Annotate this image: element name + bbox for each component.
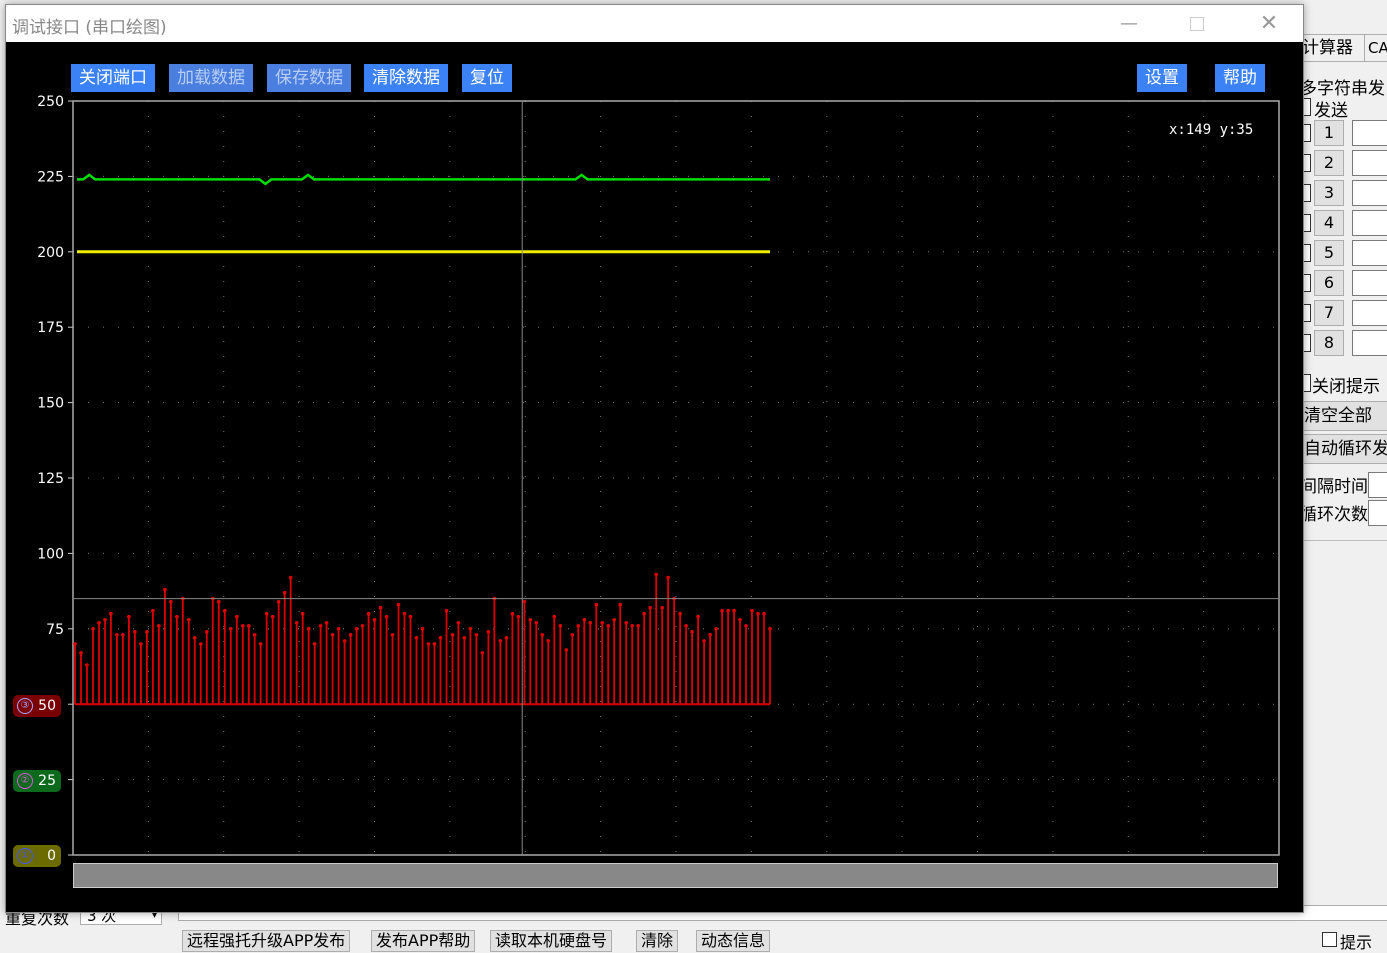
row-5-input[interactable] (1352, 240, 1387, 266)
y-axis-ticks: 250 225 200 175 150 125 100 75 (37, 94, 73, 856)
loop-count-input[interactable] (1368, 500, 1387, 526)
y-tick-label: 150 (37, 396, 64, 412)
channel-2-index: ② (17, 773, 33, 789)
y-tick-label: 250 (37, 94, 64, 110)
series-layer (73, 173, 772, 706)
y-tick-label: 200 (37, 245, 64, 261)
y-tick-label: 100 (37, 546, 64, 562)
row-1-input[interactable] (1352, 120, 1387, 146)
channel-1-value: 0 (47, 848, 56, 864)
channel-2-badge[interactable]: ② 25 (13, 770, 61, 792)
interval-input[interactable] (1368, 472, 1387, 498)
series-green-line (77, 173, 770, 186)
multi-string-send-panel: 计算器 CA 多字符串发 发送 1 2 3 4 5 6 7 8 关闭提示 清空全… (1298, 30, 1387, 590)
row-1-button[interactable]: 1 (1314, 120, 1344, 146)
row-6-button[interactable]: 6 (1314, 270, 1344, 296)
y-tick-label: 125 (37, 471, 64, 487)
channel-1-badge[interactable]: ① 0 (13, 845, 61, 867)
y-tick-label: 175 (37, 320, 64, 336)
row-4-input[interactable] (1352, 210, 1387, 236)
row-2-button[interactable]: 2 (1314, 150, 1344, 176)
series-red-spikes (74, 574, 771, 705)
channel-3-value: 50 (38, 698, 56, 714)
row-6-input[interactable] (1352, 270, 1387, 296)
plot-scrollbar[interactable] (73, 863, 1278, 888)
publish-app-button[interactable]: 远程强托升级APP发布 (182, 930, 351, 952)
channel-3-badge[interactable]: ③ 50 (13, 695, 61, 717)
row-5-button[interactable]: 5 (1314, 240, 1344, 266)
serial-plot-dialog: 调试接口 (串口绘图) — ✕ 关闭端口 加载数据 保存数据 清除数据 复位 设… (5, 4, 1304, 913)
tab-calculator[interactable]: 计算器 (1298, 34, 1366, 62)
row-8-button[interactable]: 8 (1314, 330, 1344, 356)
channel-2-value: 25 (38, 773, 56, 789)
row-3-button[interactable]: 3 (1314, 180, 1344, 206)
interval-label: 间隔时间 (1300, 477, 1368, 497)
hint-checkbox[interactable] (1322, 932, 1337, 947)
loop-count-label: 循环次数 (1300, 505, 1368, 525)
row-8-input[interactable] (1352, 330, 1387, 356)
y-tick-label: 225 (37, 169, 64, 185)
plot-area[interactable]: 25022520017515012510075 x:149 y:35 (6, 5, 1303, 912)
row-7-input[interactable] (1352, 300, 1387, 326)
close-hint-label: 关闭提示 (1312, 377, 1380, 397)
row-4-button[interactable]: 4 (1314, 210, 1344, 236)
row-7-button[interactable]: 7 (1314, 300, 1344, 326)
clear-all-button[interactable]: 清空全部 (1300, 401, 1387, 431)
read-disk-id-button[interactable]: 读取本机硬盘号 (490, 930, 613, 952)
channel-3-index: ③ (17, 698, 33, 714)
send-label: 发送 (1314, 101, 1348, 121)
auto-loop-button[interactable]: 自动循环发 (1300, 434, 1387, 464)
publish-help-button[interactable]: 发布APP帮助 (371, 930, 476, 952)
panel-divider (1298, 540, 1387, 541)
channel-1-index: ① (17, 848, 33, 864)
y-tick-label: 75 (46, 622, 64, 638)
tab-ca[interactable]: CA (1364, 34, 1387, 62)
hint-label: 提示 (1340, 933, 1373, 952)
cursor-readout: x:149 y:35 (1169, 122, 1253, 138)
clear-button[interactable]: 清除 (636, 930, 679, 952)
dynamic-info-button[interactable]: 动态信息 (696, 930, 771, 952)
row-3-input[interactable] (1352, 180, 1387, 206)
row-2-input[interactable] (1352, 150, 1387, 176)
plot-grid (73, 101, 1279, 855)
